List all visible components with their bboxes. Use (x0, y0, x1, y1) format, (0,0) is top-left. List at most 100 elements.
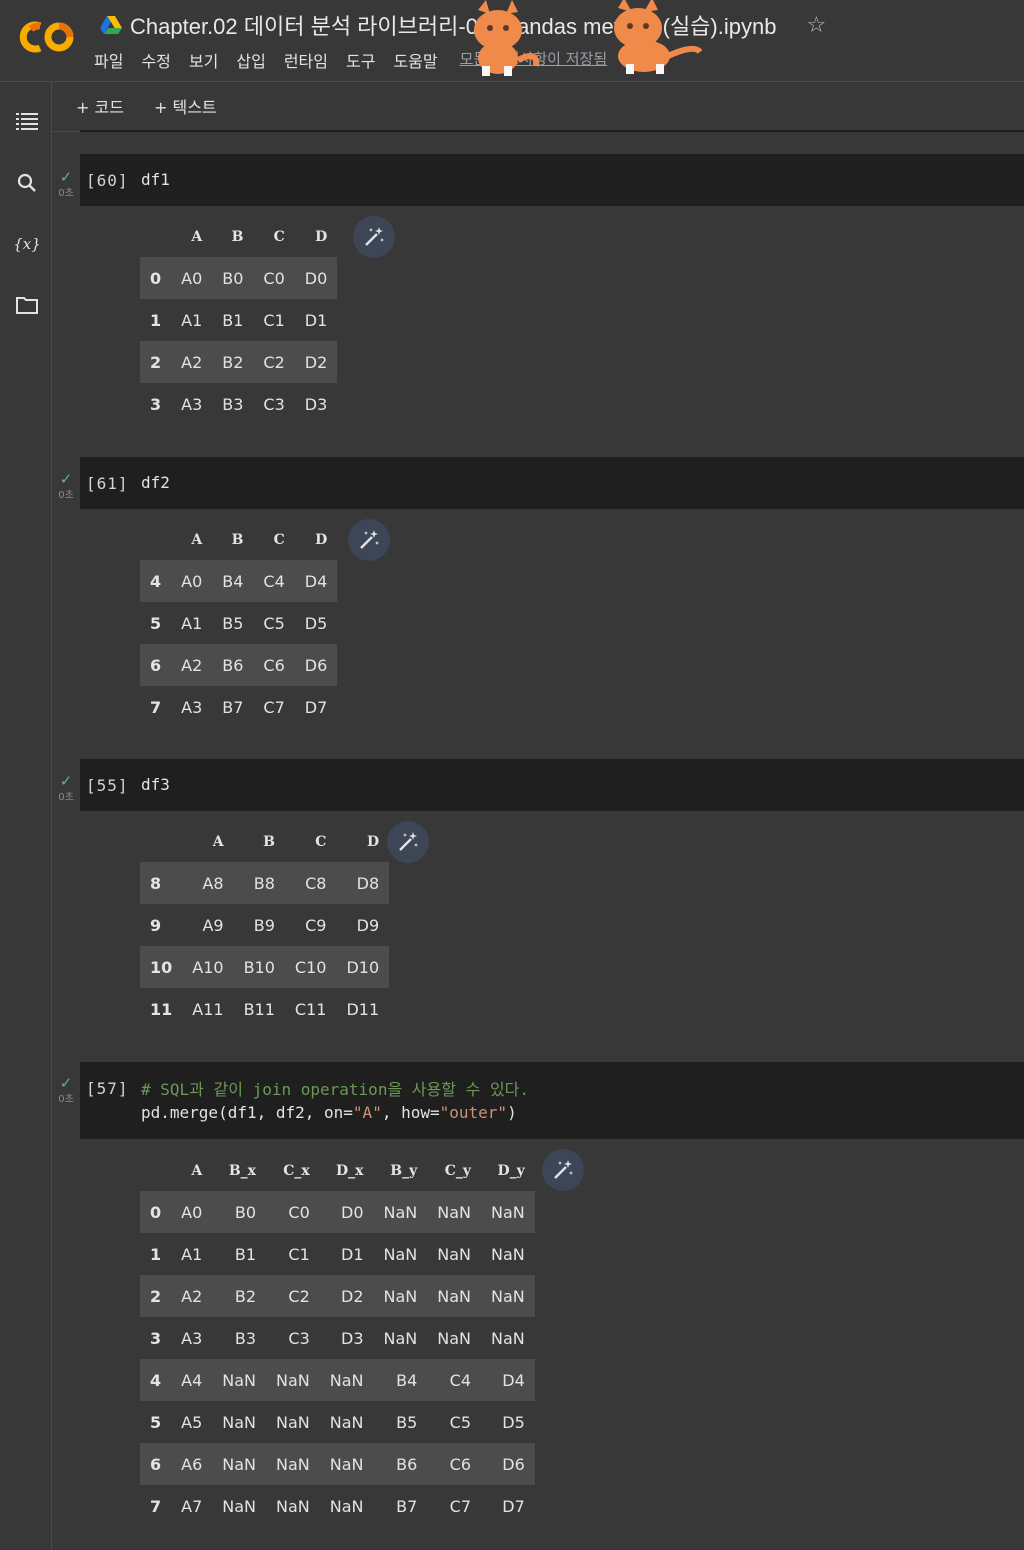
table-cell: A8 (182, 862, 234, 904)
cell-status[interactable]: ✓ 0초 (52, 470, 80, 502)
code-cell[interactable]: [55] df3 (80, 759, 1024, 811)
star-icon[interactable]: ☆ (806, 13, 826, 38)
table-cell: C7 (449, 1496, 472, 1516)
code-line: pd.merge(df1, df2, on="A", how="outer") (141, 1103, 517, 1122)
table-cell: C7 (263, 697, 285, 717)
row-index: 1 (150, 310, 162, 330)
table-cell: B8 (233, 862, 285, 904)
table-row: 6 A6 NaN NaN NaN B6 C6 D6 (140, 1443, 535, 1485)
add-code-button[interactable]: + 코드 (76, 94, 124, 118)
row-index: 0 (140, 257, 172, 299)
table-row: 11 A11 B11 C11 D11 (140, 988, 389, 1030)
table-cell: NaN (276, 1496, 310, 1516)
table-cell: C0 (266, 1191, 320, 1233)
output-table: A B_x C_x D_x B_y C_y D_y 0 A0 B0 C0 D0 NaN NaN NaN 1 A1… (140, 1150, 535, 1527)
table-cell: NaN (329, 1412, 364, 1432)
table-cell: A2 (171, 1275, 213, 1317)
table-cell: A0 (171, 560, 213, 602)
table-cell: D3 (341, 1328, 364, 1348)
exec-time: 0초 (58, 188, 74, 199)
table-cell: B9 (253, 915, 275, 935)
table-cell: D7 (304, 697, 328, 717)
magic-wand-icon[interactable] (348, 519, 390, 561)
check-icon: ✓ (59, 772, 73, 790)
table-cell: B6 (373, 1443, 428, 1485)
row-index: 1 (150, 1244, 162, 1264)
table-cell: B5 (396, 1412, 418, 1432)
menu-file[interactable]: 파일 (94, 48, 123, 72)
code-token: , how= (381, 1103, 440, 1122)
table-cell: NaN (491, 1244, 525, 1264)
code-comment: # SQL과 같이 join operation을 사용할 수 있다. (141, 1080, 530, 1099)
exec-time: 0초 (58, 1094, 74, 1105)
cell-status[interactable]: ✓ 0초 (52, 772, 80, 804)
magic-wand-icon[interactable] (353, 216, 395, 258)
table-cell: A2 (171, 341, 213, 383)
row-index: 7 (150, 697, 162, 717)
table-cell: C3 (288, 1328, 310, 1348)
menu-bar: 파일 수정 보기 삽입 런타임 도구 도움말 모든 변경사항이 저장됨 (94, 48, 625, 72)
table-cell: D11 (346, 999, 380, 1019)
cell-status[interactable]: ✓ 0초 (52, 170, 80, 200)
magic-wand-icon[interactable] (387, 821, 429, 863)
column-header: A (191, 228, 203, 245)
menu-edit[interactable]: 수정 (141, 48, 170, 72)
table-row: 9 A9 B9 C9 D9 (140, 904, 389, 946)
table-cell: D8 (336, 862, 390, 904)
column-header (140, 216, 171, 257)
table-row: 7 A3 B7 C7 D7 (140, 686, 337, 728)
code-cell[interactable]: [57] # SQL과 같이 join operation을 사용할 수 있다.… (80, 1062, 1024, 1139)
magic-wand-icon[interactable] (542, 1149, 584, 1191)
table-cell: C0 (253, 257, 295, 299)
table-cell: C1 (288, 1244, 310, 1264)
check-icon: ✓ (59, 470, 73, 488)
menu-help[interactable]: 도움말 (393, 48, 437, 72)
table-cell: A10 (182, 946, 234, 988)
table-cell: C4 (253, 560, 295, 602)
variables-icon[interactable]: {x} (13, 231, 41, 257)
code-cell[interactable]: [60] df1 (80, 154, 1024, 206)
folder-icon[interactable] (14, 292, 40, 318)
table-header-row: A B C D (140, 519, 337, 560)
toc-icon[interactable] (14, 108, 40, 134)
search-icon[interactable] (14, 170, 40, 196)
table-cell: C6 (427, 1443, 482, 1485)
table-cell: A6 (171, 1443, 213, 1485)
table-row: 7 A7 NaN NaN NaN B7 C7 D7 (140, 1485, 535, 1527)
menu-view[interactable]: 보기 (189, 48, 218, 72)
table-row: 0 A0 B0 C0 D0 NaN NaN NaN (140, 1191, 535, 1233)
column-header: A (191, 1162, 203, 1179)
table-cell: C10 (284, 946, 337, 988)
exec-count: [57] (86, 1079, 129, 1098)
exec-count: [60] (86, 171, 129, 190)
table-cell: NaN (276, 1412, 310, 1432)
table-cell: D1 (341, 1244, 364, 1264)
table-cell: C9 (305, 915, 327, 935)
cell-status[interactable]: ✓ 0초 (52, 1076, 80, 1106)
table-cell: A4 (171, 1359, 213, 1401)
table-cell: C8 (284, 862, 337, 904)
menu-insert[interactable]: 삽입 (236, 48, 265, 72)
table-cell: A9 (202, 915, 224, 935)
exec-time: 0초 (58, 490, 74, 501)
menu-tools[interactable]: 도구 (346, 48, 375, 72)
table-cell: NaN (212, 1359, 267, 1401)
table-cell: C5 (449, 1412, 472, 1432)
column-header (140, 519, 171, 560)
colab-logo[interactable] (18, 18, 76, 56)
table-row: 1 A1 B1 C1 D1 (140, 299, 337, 341)
table-cell: D4 (481, 1359, 535, 1401)
code-cell[interactable]: [61] df2 (80, 457, 1024, 509)
row-index: 7 (150, 1496, 162, 1516)
table-cell: C6 (253, 644, 295, 686)
add-text-button[interactable]: + 텍스트 (154, 94, 217, 118)
menu-runtime[interactable]: 런타임 (284, 48, 328, 72)
table-cell: B5 (222, 613, 244, 633)
table-cell: D2 (319, 1275, 374, 1317)
table-cell: D0 (319, 1191, 374, 1233)
google-drive-icon[interactable] (100, 15, 122, 35)
table-cell: NaN (427, 1191, 482, 1233)
table-row: 6 A2 B6 C6 D6 (140, 644, 338, 686)
table-cell: A1 (181, 1244, 203, 1264)
table-cell: A7 (181, 1496, 203, 1516)
